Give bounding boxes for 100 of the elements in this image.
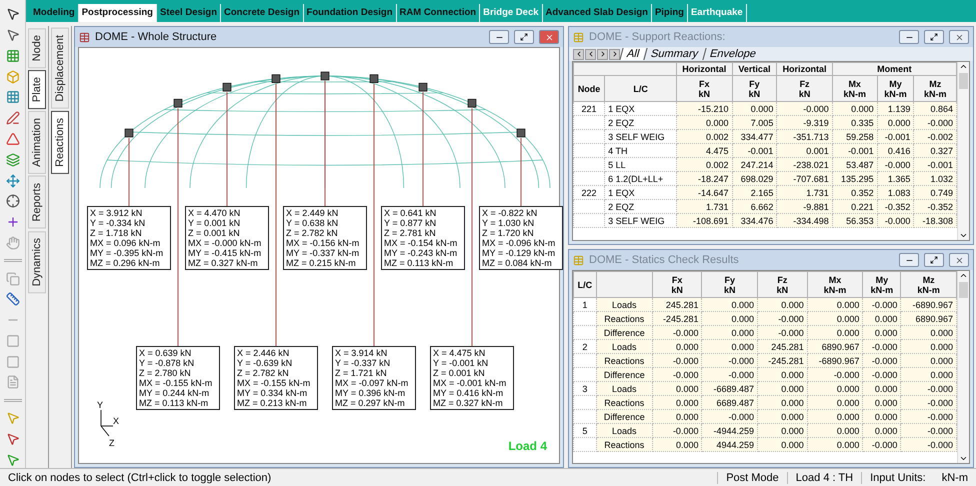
- first-page-button[interactable]: [573, 48, 584, 60]
- table-cell: 0.000: [900, 354, 956, 368]
- reaction-label: X = 0.639 kN Y = -0.878 kN Z = 2.780 kN MX = -0.155 kN-m MY = 0.244 kN-m MZ = 0.113 kN-m: [136, 346, 220, 410]
- column-header: Mz kN-m: [914, 76, 956, 102]
- side-tab[interactable]: Dynamics: [28, 230, 46, 294]
- table-cell: -351.713: [776, 130, 832, 144]
- move-icon[interactable]: [4, 172, 22, 189]
- table-cell: -0.000: [900, 424, 956, 438]
- table-cell: -0.000: [900, 438, 956, 452]
- table-cell: 3: [574, 382, 596, 396]
- sheet-tab[interactable]: Envelope: [702, 48, 763, 60]
- scroll-up-icon[interactable]: [959, 62, 968, 71]
- module-tab[interactable]: Advanced Slab Design: [542, 4, 652, 22]
- column-header: My kN-m: [862, 272, 901, 298]
- column-header: Fx kN: [676, 76, 732, 102]
- table-icon: [573, 32, 584, 42]
- scroll-up-icon[interactable]: [959, 271, 968, 280]
- close-button[interactable]: [539, 30, 559, 44]
- table-cell: 2.165: [732, 186, 777, 200]
- table-cell: 0.000: [862, 396, 901, 410]
- table-cell: 1.365: [877, 172, 914, 186]
- scrollbar[interactable]: [957, 271, 969, 463]
- table-cell: -0.000: [877, 214, 914, 228]
- table-cell: 0.000: [652, 382, 702, 396]
- column-header: L/C: [604, 76, 677, 102]
- module-tab[interactable]: Foundation Design: [304, 4, 397, 22]
- table-cell: -0.000: [900, 382, 956, 396]
- table-cell: -0.352: [877, 200, 914, 214]
- table-cell: 1.139: [877, 102, 914, 116]
- table-cell: 2 EQZ: [604, 116, 677, 130]
- table-cell: -245.281: [652, 312, 702, 326]
- column-header: Fz kN: [776, 76, 832, 102]
- module-tab[interactable]: RAM Connection: [396, 4, 480, 22]
- table-cell: 1 EQX: [604, 102, 677, 116]
- maximize-button[interactable]: [924, 253, 944, 267]
- table-cell: 6890.967: [807, 340, 863, 354]
- module-tab[interactable]: Piping: [652, 4, 688, 22]
- table-cell: 135.295: [832, 172, 878, 186]
- window-icon: [79, 32, 90, 42]
- side-tab[interactable]: Displacement: [51, 28, 69, 109]
- table-cell: 0.000: [758, 424, 808, 438]
- axis-label: Z: [109, 438, 114, 448]
- scroll-down-icon[interactable]: [959, 454, 968, 463]
- table-cell: 1: [574, 298, 596, 312]
- table-cell: 0.000: [862, 410, 901, 424]
- column-header: L/C: [574, 272, 596, 298]
- table-cell: 1.032: [914, 172, 956, 186]
- layers-icon[interactable]: [4, 151, 22, 168]
- table-cell: Loads: [596, 340, 652, 354]
- table-cell: 0.000: [652, 438, 702, 452]
- maximize-button[interactable]: [924, 30, 944, 44]
- table-cell: Loads: [596, 382, 652, 396]
- table-cell: -0.000: [900, 396, 956, 410]
- scroll-thumb[interactable]: [959, 73, 968, 89]
- reaction-label: X = 4.470 kN Y = 0.001 kN Z = 0.001 kN MX = -0.000 kN-m MY = -0.415 kN-m MZ = 0.327 kN-m: [185, 206, 269, 270]
- structure-canvas[interactable]: [78, 47, 560, 464]
- maximize-icon: [930, 256, 938, 264]
- table-cell: -707.681: [776, 172, 832, 186]
- minimize-button[interactable]: [899, 30, 919, 44]
- module-tab[interactable]: Steel Design: [156, 4, 222, 22]
- side-tab[interactable]: Node: [28, 28, 46, 68]
- pencil-icon[interactable]: [4, 110, 22, 127]
- table-cell: 0.352: [832, 186, 878, 200]
- previous-button[interactable]: [585, 48, 596, 60]
- side-tab[interactable]: Plate: [28, 70, 46, 110]
- maximize-button[interactable]: [514, 30, 534, 44]
- sheet-tab[interactable]: Summary: [644, 48, 705, 60]
- table-cell: -0.000: [900, 410, 956, 424]
- ruler-icon[interactable]: [4, 290, 22, 308]
- maximize-icon: [930, 33, 938, 41]
- table-cell: -334.498: [776, 214, 832, 228]
- side-tab[interactable]: Animation: [28, 111, 46, 174]
- scroll-down-icon[interactable]: [959, 231, 968, 240]
- scroll-thumb[interactable]: [959, 282, 968, 298]
- next-button[interactable]: [597, 48, 608, 60]
- table-cell: 0.000: [807, 424, 863, 438]
- crosshair-icon[interactable]: [4, 192, 22, 210]
- minimize-button[interactable]: [899, 253, 919, 267]
- scrollbar[interactable]: [957, 62, 969, 240]
- side-tab[interactable]: Reactions: [51, 110, 69, 174]
- minimize-button[interactable]: [489, 30, 509, 44]
- side-tab[interactable]: Reports: [28, 176, 46, 229]
- table-cell: -0.000: [862, 438, 901, 452]
- module-tab[interactable]: Postprocessing: [78, 4, 157, 22]
- table-cell: -6890.967: [900, 298, 956, 312]
- table-cell: 0.000: [900, 340, 956, 354]
- table-cell: -14.647: [676, 186, 732, 200]
- sheet-tab[interactable]: All: [619, 48, 646, 60]
- module-tab[interactable]: Concrete Design: [221, 4, 304, 22]
- table-cell: 4.475: [676, 144, 732, 158]
- table-cell: -0.000: [862, 354, 901, 368]
- table-cell: 222: [574, 186, 605, 200]
- table-cell: -0.002: [914, 130, 956, 144]
- last-page-button[interactable]: [609, 48, 620, 60]
- close-button[interactable]: [949, 30, 969, 44]
- table-cell: -18.308: [914, 214, 956, 228]
- close-icon: [954, 256, 964, 264]
- table-cell: -6890.967: [807, 354, 863, 368]
- table-cell: 0.000: [807, 438, 863, 452]
- table-cell: Loads: [596, 424, 652, 438]
